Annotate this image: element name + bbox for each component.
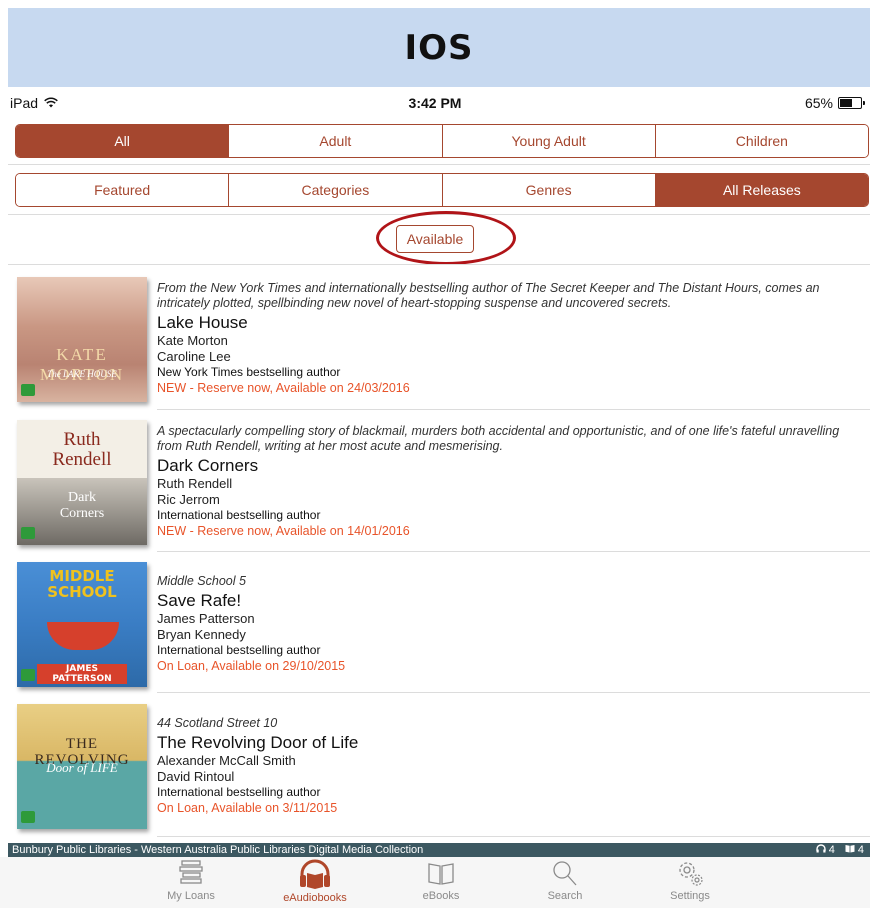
- cover-subtitle: JAMES PATTERSON: [37, 664, 127, 684]
- book-blurb: From the New York Times and internationa…: [157, 281, 820, 310]
- cover-subtitle: Dark Corners: [59, 490, 105, 521]
- tab-my-loans[interactable]: My Loans: [146, 859, 236, 902]
- list-item[interactable]: KATE MORTON The LAKE HOUSE From the New …: [0, 277, 870, 409]
- cover-subtitle: Door of LIFE: [46, 760, 118, 775]
- book-blurb: A spectacularly compelling story of blac…: [157, 424, 840, 453]
- platform-banner: IOS: [8, 8, 870, 87]
- book-series: Middle School 5: [157, 574, 246, 588]
- book-tagline: International bestselling author: [157, 508, 321, 522]
- book-narrator: David Rintoul: [157, 769, 235, 784]
- availability-status: NEW - Reserve now, Available on 24/03/20…: [157, 381, 410, 395]
- tab-search[interactable]: Search: [520, 859, 610, 902]
- book-title: Dark Corners: [157, 456, 259, 475]
- filter-adult[interactable]: Adult: [229, 125, 443, 157]
- book-icon: [845, 844, 858, 856]
- book-author: Alexander McCall Smith: [157, 753, 296, 768]
- cover-subtitle: The LAKE HOUSE: [47, 369, 117, 379]
- view-featured[interactable]: Featured: [16, 174, 230, 206]
- tab-eaudiobooks[interactable]: eAudiobooks: [270, 859, 360, 904]
- list-item[interactable]: THE REVOLVING Door of LIFE 44 Scotland S…: [0, 704, 870, 829]
- ios-status-bar: iPad 3:42 PM 65%: [0, 87, 870, 117]
- availability-status: On Loan, Available on 29/10/2015: [157, 659, 346, 673]
- book-narrator: Bryan Kennedy: [157, 627, 246, 642]
- publisher-icon: [21, 669, 35, 681]
- clock: 3:42 PM: [408, 95, 462, 111]
- publisher-icon: [21, 527, 35, 539]
- book-tagline: International bestselling author: [157, 643, 321, 657]
- view-genres[interactable]: Genres: [442, 174, 656, 206]
- battery-percent: 65%: [804, 95, 833, 111]
- book-cover[interactable]: KATE MORTON The LAKE HOUSE: [17, 277, 147, 402]
- book-title: The Revolving Door of Life: [157, 733, 359, 752]
- publisher-icon: [21, 811, 35, 823]
- audiobook-count: 4: [828, 844, 835, 856]
- cover-title: KATE MORTON: [39, 345, 125, 384]
- view-filter: Featured Categories Genres All Releases: [15, 173, 869, 207]
- book-title: Save Rafe!: [157, 591, 242, 610]
- divider: [157, 692, 870, 693]
- tab-settings[interactable]: Settings: [645, 859, 735, 902]
- book-series: 44 Scotland Street 10: [157, 716, 278, 730]
- filter-all[interactable]: All: [16, 125, 230, 157]
- tab-label: eAudiobooks: [283, 892, 347, 904]
- open-book-icon: [396, 859, 486, 887]
- headphones-book-icon: [270, 859, 360, 889]
- book-author: Ruth Rendell: [157, 476, 233, 491]
- ebook-count: 4: [857, 844, 864, 856]
- book-tagline: International bestselling author: [157, 785, 321, 799]
- divider: [8, 214, 870, 215]
- tab-label: eBooks: [422, 890, 460, 902]
- cover-title: MIDDLE SCHOOL: [47, 567, 117, 601]
- list-item[interactable]: MIDDLE SCHOOL JAMES PATTERSON Middle Sch…: [0, 562, 870, 687]
- publisher-icon: [21, 384, 35, 396]
- cover-title: Ruth Rendell: [52, 429, 112, 470]
- book-author: James Patterson: [157, 611, 255, 626]
- gear-icon: [645, 859, 735, 887]
- audience-filter: All Adult Young Adult Children: [15, 124, 869, 158]
- stacked-books-icon: [146, 859, 236, 887]
- availability-status: On Loan, Available on 3/11/2015: [157, 801, 338, 815]
- list-item[interactable]: Ruth Rendell Dark Corners A spectacularl…: [0, 420, 870, 550]
- platform-title: IOS: [404, 27, 474, 68]
- book-narrator: Caroline Lee: [157, 349, 231, 364]
- tab-bar: My Loans eAudiobooks eBooks Search Setti…: [0, 857, 870, 908]
- tab-label: Search: [547, 890, 583, 902]
- divider: [157, 836, 870, 837]
- tab-label: Settings: [670, 890, 710, 902]
- collection-name: Bunbury Public Libraries - Western Austr…: [12, 844, 424, 856]
- tab-ebooks[interactable]: eBooks: [396, 859, 486, 902]
- book-author: Kate Morton: [157, 333, 228, 348]
- library-footer: Bunbury Public Libraries - Western Austr…: [8, 843, 870, 857]
- filter-young-adult[interactable]: Young Adult: [442, 125, 656, 157]
- filter-children[interactable]: Children: [655, 125, 868, 157]
- divider: [157, 551, 870, 552]
- available-button[interactable]: Available: [395, 225, 475, 253]
- view-all-releases[interactable]: All Releases: [655, 174, 868, 206]
- book-tagline: New York Times bestselling author: [157, 365, 341, 379]
- book-cover[interactable]: MIDDLE SCHOOL JAMES PATTERSON: [17, 562, 147, 687]
- book-title: Lake House: [157, 313, 248, 332]
- battery-icon: [838, 97, 865, 109]
- availability-status: NEW - Reserve now, Available on 14/01/20…: [157, 524, 410, 538]
- divider: [157, 409, 870, 410]
- book-cover[interactable]: Ruth Rendell Dark Corners: [17, 420, 147, 545]
- book-cover[interactable]: THE REVOLVING Door of LIFE: [17, 704, 147, 829]
- divider: [8, 164, 870, 165]
- search-icon: [520, 859, 610, 887]
- divider: [8, 264, 870, 265]
- view-categories[interactable]: Categories: [229, 174, 443, 206]
- headphones-icon: [815, 844, 829, 856]
- book-narrator: Ric Jerrom: [157, 492, 220, 507]
- tab-label: My Loans: [167, 890, 215, 902]
